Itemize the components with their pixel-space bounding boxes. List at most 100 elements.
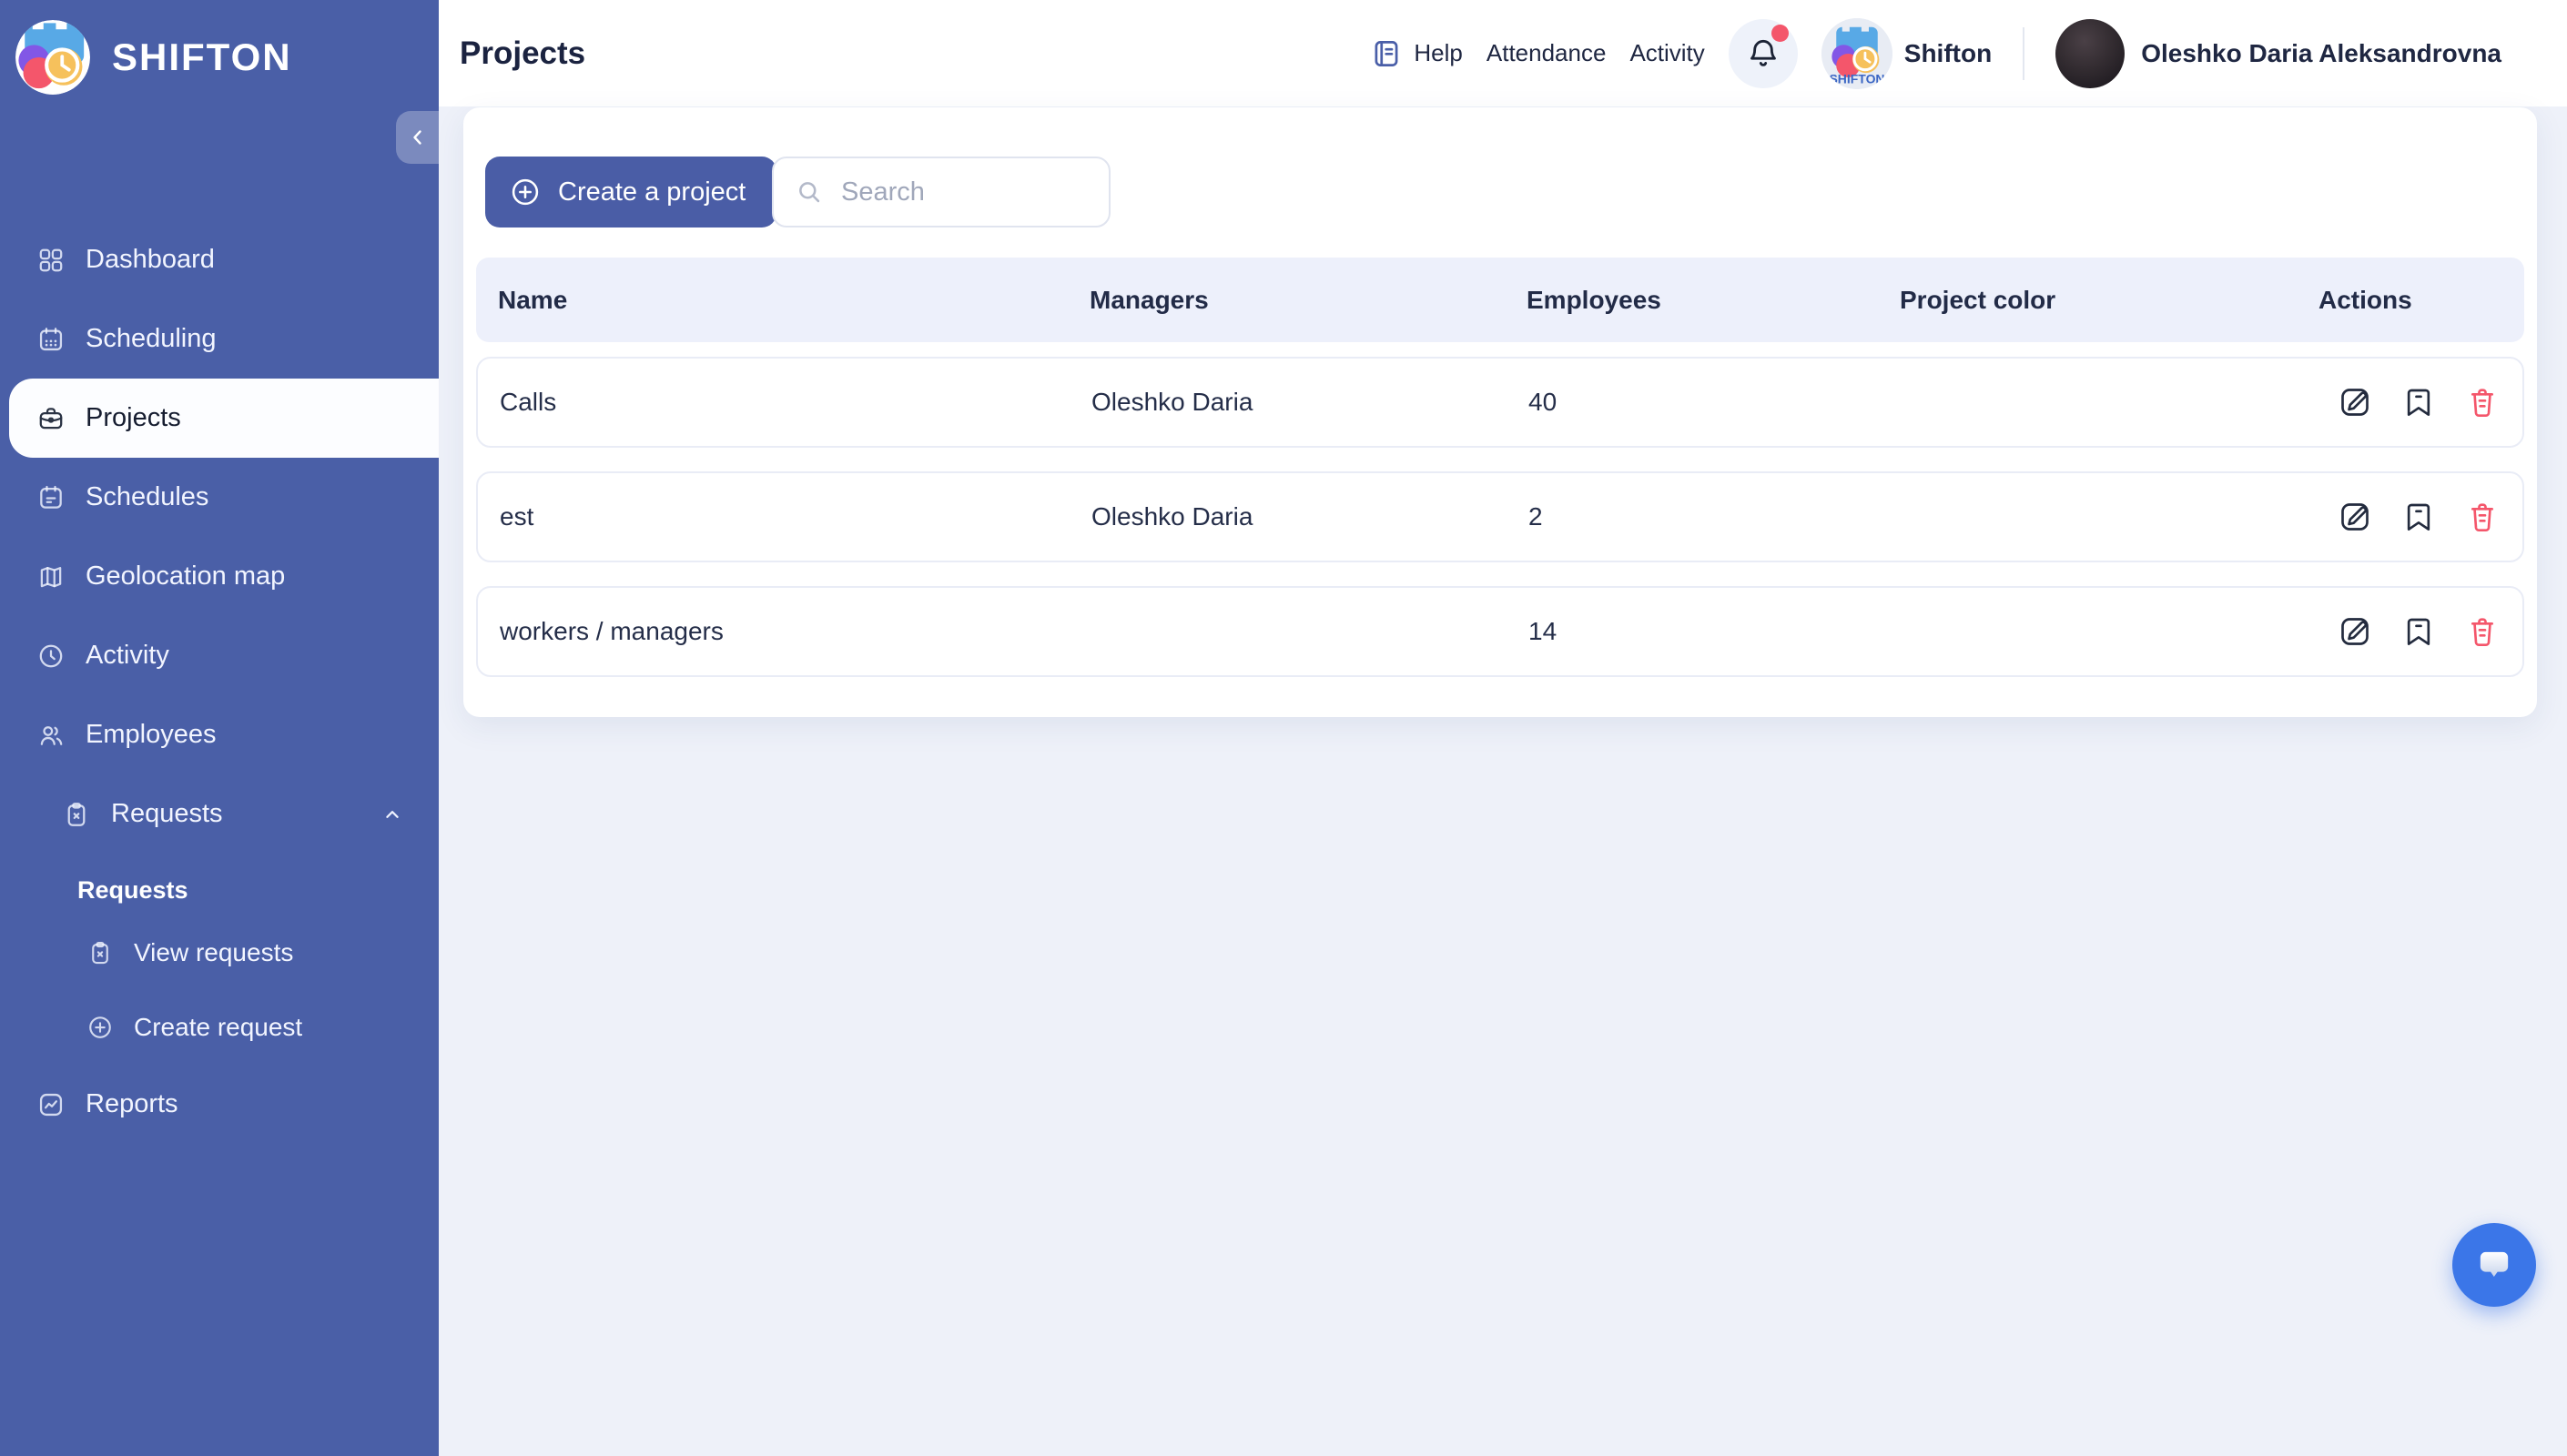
sidebar-menu: Dashboard Scheduling Projects Schedules … [0,220,439,1144]
help-journal-icon [1370,37,1403,70]
sidebar-collapse-button[interactable] [396,111,439,164]
clock-icon [36,642,66,671]
calendar-icon [36,325,66,354]
company-switcher[interactable]: SHIFTON Shifton [1821,17,1993,89]
sidebar-item-label: Requests [111,799,223,828]
project-employees: 2 [1528,502,1543,531]
project-name: Calls [500,388,557,416]
delete-button[interactable] [2464,499,2501,535]
edit-button[interactable] [2337,499,2373,535]
calendar-minus-icon [36,483,66,512]
sidebar-item-label: View requests [134,938,294,966]
plus-circle-icon [509,176,542,208]
top-bar-right: Help Attendance Activity SHIFTON Shifton… [1370,0,2501,106]
chevron-left-icon [407,126,429,148]
user-profile[interactable]: Oleshko Daria Aleksandrovna [2055,18,2501,88]
bookmark-icon [2400,613,2437,650]
notifications-button[interactable] [1728,18,1798,88]
trash-icon [2464,384,2501,420]
notification-dot [1771,24,1789,42]
sidebar-item-dashboard[interactable]: Dashboard [0,220,439,299]
project-name: est [500,502,534,531]
clipboard-x-icon [62,800,91,829]
trash-icon [2464,499,2501,535]
edit-button[interactable] [2337,613,2373,650]
project-employees: 14 [1528,617,1557,645]
top-bar: Projects Help Attendance Activity SHIFTO… [439,0,2567,106]
create-project-button[interactable]: Create a project [485,157,777,228]
edit-pencil-icon [2337,613,2373,650]
user-name: Oleshko Daria Aleksandrovna [2141,38,2501,67]
help-label: Help [1414,39,1463,66]
sidebar-item-label: Dashboard [86,245,215,274]
edit-pencil-icon [2337,499,2373,535]
sidebar-item-requests-toggle[interactable]: Requests [0,774,439,854]
column-header-name: Name [498,285,568,314]
sidebar-item-geolocation-map[interactable]: Geolocation map [0,537,439,616]
projects-card: Create a project Name Managers Employees… [463,107,2537,717]
bookmark-icon [2400,499,2437,535]
help-button[interactable]: Help [1370,37,1463,70]
delete-button[interactable] [2464,384,2501,420]
table-header-row: Name Managers Employees Project color Ac… [476,258,2524,342]
sidebar-item-activity[interactable]: Activity [0,616,439,695]
sidebar-item-label: Activity [86,641,169,670]
sidebar-item-reports[interactable]: Reports [0,1065,439,1144]
brand-name: SHIFTON [112,35,292,78]
sidebar-item-label: Create request [134,1013,303,1041]
sidebar-item-employees[interactable]: Employees [0,695,439,774]
shifton-logo-icon [15,20,90,95]
sidebar-item-label: Employees [86,720,217,749]
sidebar-item-label: Reports [86,1089,178,1118]
app-root: SHIFTON Dashboard Scheduling Projects Sc… [0,0,2567,1456]
edit-button[interactable] [2337,384,2373,420]
grid-icon [36,246,66,275]
bookmark-button[interactable] [2400,499,2437,535]
map-icon [36,562,66,592]
table-row: Calls Oleshko Daria 40 [476,357,2524,448]
column-header-employees: Employees [1527,285,1661,314]
create-project-label: Create a project [558,177,746,207]
chat-widget-button[interactable] [2452,1223,2536,1307]
table-row: workers / managers 14 [476,586,2524,677]
people-icon [36,721,66,750]
nav-link-attendance[interactable]: Attendance [1486,39,1607,67]
header-divider [2023,26,2025,80]
search-box [772,157,1111,228]
trash-icon [2464,613,2501,650]
sidebar-item-label: Scheduling [86,324,217,353]
sidebar: SHIFTON Dashboard Scheduling Projects Sc… [0,0,439,1456]
sidebar-item-view-requests[interactable]: View requests [0,915,439,990]
edit-pencil-icon [2337,384,2373,420]
table-row: est Oleshko Daria 2 [476,471,2524,562]
chevron-up-icon [380,803,404,826]
clipboard-x-icon [86,939,114,966]
column-header-managers: Managers [1090,285,1209,314]
user-avatar [2055,18,2126,88]
project-managers: Oleshko Daria [1091,502,1253,531]
sidebar-item-scheduling[interactable]: Scheduling [0,299,439,379]
requests-section-label: Requests [77,875,188,904]
company-avatar: SHIFTON [1821,17,1892,89]
search-input[interactable] [839,176,1089,208]
bookmark-button[interactable] [2400,613,2437,650]
plus-circle-icon [86,1014,114,1041]
sidebar-item-label: Schedules [86,482,209,511]
page-title: Projects [460,35,586,71]
company-name: Shifton [1903,38,1993,67]
project-name: workers / managers [500,617,724,645]
trend-chart-icon [36,1090,66,1119]
project-employees: 40 [1528,388,1557,416]
svg-text:SHIFTON: SHIFTON [1829,71,1884,86]
delete-button[interactable] [2464,613,2501,650]
column-header-actions: Actions [2318,285,2412,314]
sidebar-item-create-request[interactable]: Create request [0,990,439,1065]
sidebar-item-label: Geolocation map [86,561,286,591]
project-managers: Oleshko Daria [1091,388,1253,416]
sidebar-item-projects[interactable]: Projects [9,379,439,458]
brand-logo-row[interactable]: SHIFTON [15,20,292,95]
search-icon [794,177,825,207]
bookmark-button[interactable] [2400,384,2437,420]
sidebar-item-schedules[interactable]: Schedules [0,458,439,537]
nav-link-activity[interactable]: Activity [1629,39,1704,67]
